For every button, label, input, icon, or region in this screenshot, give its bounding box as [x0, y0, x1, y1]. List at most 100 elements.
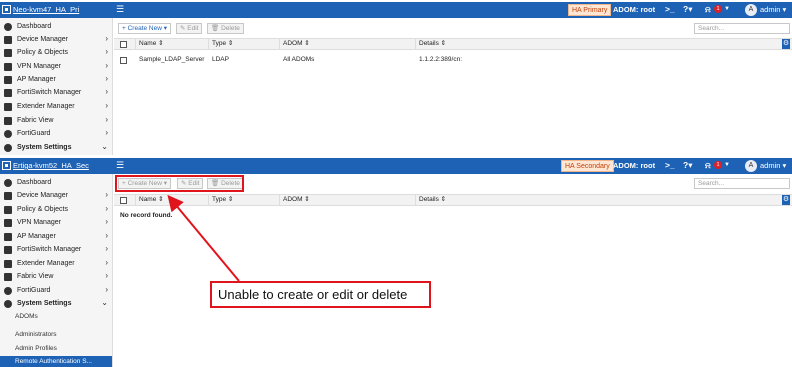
primary-device-title: Neo-kvm47_HA_Pri — [2, 5, 79, 14]
nav-policy-objects[interactable]: Policy & Objects › — [0, 46, 112, 59]
chevron-right-icon: › — [105, 204, 108, 213]
nav-system-settings[interactable]: System Settings ⌄ — [0, 297, 112, 310]
device-manager-icon — [4, 35, 12, 44]
subnav-remote-authentication[interactable]: Remote Authentication S... — [0, 356, 112, 367]
create-new-button[interactable]: + Create New ▾ — [118, 23, 171, 34]
subnav-admin-profiles[interactable]: Admin Profiles — [0, 343, 112, 355]
notification-bell-icon[interactable]: ⍾ — [705, 4, 711, 15]
nav-extender-manager[interactable]: Extender Manager › — [0, 257, 112, 270]
vpn-manager-icon — [4, 218, 12, 227]
column-type[interactable]: Type ⇕ — [208, 39, 279, 49]
chevron-right-icon: › — [105, 101, 108, 110]
subnav-adoms[interactable]: ADOMs — [0, 311, 112, 323]
nav-vpn-manager[interactable]: VPN Manager › — [0, 216, 112, 229]
chevron-down-icon: ⌄ — [101, 142, 108, 151]
nav-system-settings[interactable]: System Settings ⌄ — [0, 141, 112, 154]
adom-selector[interactable]: ADOM: root — [613, 5, 655, 14]
nav-fortiguard[interactable]: FortiGuard › — [0, 127, 112, 140]
column-name[interactable]: Name ⇕ — [135, 39, 208, 49]
search-input[interactable]: Search... — [694, 23, 790, 34]
column-name[interactable]: Name ⇕ — [135, 195, 208, 205]
nav-device-manager[interactable]: Device Manager › — [0, 189, 112, 202]
notification-count-badge: 1 — [714, 5, 722, 13]
system-settings-icon — [4, 143, 12, 152]
nav-dashboard[interactable]: Dashboard — [0, 176, 112, 189]
cli-console-icon[interactable]: >_ — [665, 4, 675, 14]
empty-message: No record found. — [120, 212, 173, 219]
search-input[interactable]: Search... — [694, 178, 790, 189]
chevron-right-icon: › — [105, 285, 108, 294]
extender-manager-icon — [4, 259, 12, 268]
chevron-right-icon: › — [105, 271, 108, 280]
chevron-down-icon[interactable]: ▼ — [724, 6, 730, 12]
help-icon[interactable]: ?▾ — [683, 160, 692, 171]
ap-manager-icon — [4, 232, 12, 241]
primary-device-name[interactable]: Neo-kvm47_HA_Pri — [13, 5, 79, 14]
nav-fortiswitch-manager[interactable]: FortiSwitch Manager › — [0, 243, 112, 256]
nav-fabric-view[interactable]: Fabric View › — [0, 270, 112, 283]
nav-fortiguard[interactable]: FortiGuard › — [0, 284, 112, 297]
chevron-right-icon: › — [105, 190, 108, 199]
fortiguard-icon — [4, 286, 12, 295]
nav-fortiswitch-manager[interactable]: FortiSwitch Manager › — [0, 86, 112, 99]
settings-gear-icon[interactable]: ⚙ — [782, 39, 790, 49]
fortiswitch-manager-icon — [4, 88, 12, 97]
chevron-right-icon: › — [105, 217, 108, 226]
adom-selector[interactable]: ADOM: root — [613, 161, 655, 170]
secondary-content: + Create New ▾ ✎ Edit 🗑 Delete Search...… — [114, 174, 792, 367]
row-adom: All ADOMs — [283, 56, 315, 63]
fortiguard-icon — [4, 129, 12, 138]
chevron-down-icon: ⌄ — [101, 298, 108, 307]
user-avatar[interactable]: A — [745, 4, 757, 16]
cli-console-icon[interactable]: >_ — [665, 160, 675, 170]
chevron-right-icon: › — [105, 244, 108, 253]
secondary-sidebar: Dashboard Device Manager › Policy & Objec… — [0, 174, 113, 367]
device-manager-icon — [4, 191, 12, 200]
row-checkbox[interactable] — [120, 57, 127, 64]
fortinet-logo-icon — [2, 5, 11, 14]
nav-ap-manager[interactable]: AP Manager › — [0, 73, 112, 86]
secondary-table-header: Name ⇕ Type ⇕ ADOM ⇕ Details ⇕ ⚙ — [114, 194, 792, 206]
toolbar-highlight-box — [115, 175, 244, 192]
nav-dashboard[interactable]: Dashboard — [0, 20, 112, 33]
chevron-right-icon: › — [105, 47, 108, 56]
system-settings-icon — [4, 299, 12, 308]
row-type: LDAP — [212, 56, 229, 63]
column-adom[interactable]: ADOM ⇕ — [279, 39, 415, 49]
chevron-right-icon: › — [105, 87, 108, 96]
nav-fabric-view[interactable]: Fabric View › — [0, 114, 112, 127]
column-type[interactable]: Type ⇕ — [208, 195, 279, 205]
delete-button[interactable]: 🗑 Delete — [207, 23, 244, 34]
select-all-checkbox[interactable] — [120, 197, 127, 204]
help-icon[interactable]: ?▾ — [683, 4, 692, 15]
primary-sidebar: Dashboard Device Manager › Policy & Objec… — [0, 18, 113, 155]
fortiswitch-manager-icon — [4, 245, 12, 254]
column-details[interactable]: Details ⇕ — [415, 195, 781, 205]
extender-manager-icon — [4, 102, 12, 111]
chevron-down-icon[interactable]: ▼ — [724, 162, 730, 168]
primary-table-header: Name ⇕ Type ⇕ ADOM ⇕ Details ⇕ ⚙ — [114, 38, 792, 50]
chevron-right-icon: › — [105, 34, 108, 43]
nav-policy-objects[interactable]: Policy & Objects › — [0, 203, 112, 216]
ha-secondary-badge: HA Secondary — [561, 160, 614, 172]
notification-bell-icon[interactable]: ⍾ — [705, 160, 711, 171]
hamburger-menu-icon[interactable]: ☰ — [116, 160, 124, 171]
column-details[interactable]: Details ⇕ — [415, 39, 781, 49]
nav-extender-manager[interactable]: Extender Manager › — [0, 100, 112, 113]
user-menu[interactable]: admin ▾ — [760, 161, 786, 170]
column-adom[interactable]: ADOM ⇕ — [279, 195, 415, 205]
user-avatar[interactable]: A — [745, 160, 757, 172]
nav-vpn-manager[interactable]: VPN Manager › — [0, 60, 112, 73]
subnav-administrators[interactable]: Administrators — [0, 329, 112, 341]
fabric-view-icon — [4, 272, 12, 281]
nav-device-manager[interactable]: Device Manager › — [0, 33, 112, 46]
hamburger-menu-icon[interactable]: ☰ — [116, 4, 124, 15]
row-details: 1.1.2.2:389/cn: — [419, 56, 463, 63]
ap-manager-icon — [4, 75, 12, 84]
settings-gear-icon[interactable]: ⚙ — [782, 195, 790, 205]
secondary-device-name[interactable]: Ertiga-kvm52_HA_Sec — [13, 161, 89, 170]
user-menu[interactable]: admin ▾ — [760, 5, 786, 14]
nav-ap-manager[interactable]: AP Manager › — [0, 230, 112, 243]
select-all-checkbox[interactable] — [120, 41, 127, 48]
edit-button[interactable]: ✎ Edit — [176, 23, 203, 34]
